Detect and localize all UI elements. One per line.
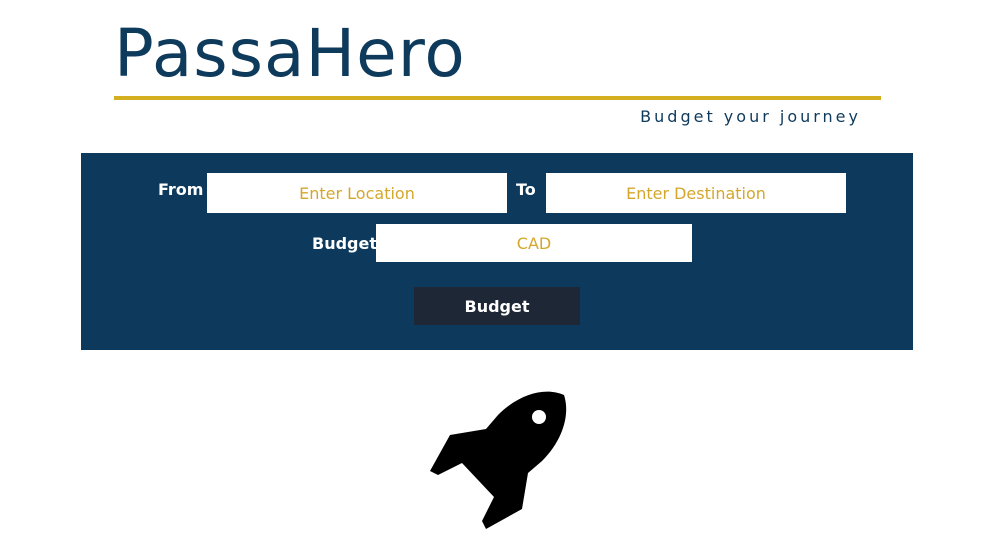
header-divider (114, 96, 881, 100)
budget-form: From To Budget Budget (81, 153, 913, 350)
from-label: From (158, 180, 204, 199)
from-location-input[interactable] (207, 173, 507, 213)
page: PassaHero Budget your journey From To Bu… (0, 0, 986, 559)
budget-submit-button[interactable]: Budget (414, 287, 580, 325)
tagline: Budget your journey (640, 107, 861, 126)
to-destination-input[interactable] (546, 173, 846, 213)
budget-label: Budget (312, 234, 377, 253)
budget-amount-input[interactable] (376, 224, 692, 262)
logo-text: PassaHero (114, 15, 466, 92)
rocket-icon (430, 391, 567, 529)
to-label: To (516, 180, 536, 199)
